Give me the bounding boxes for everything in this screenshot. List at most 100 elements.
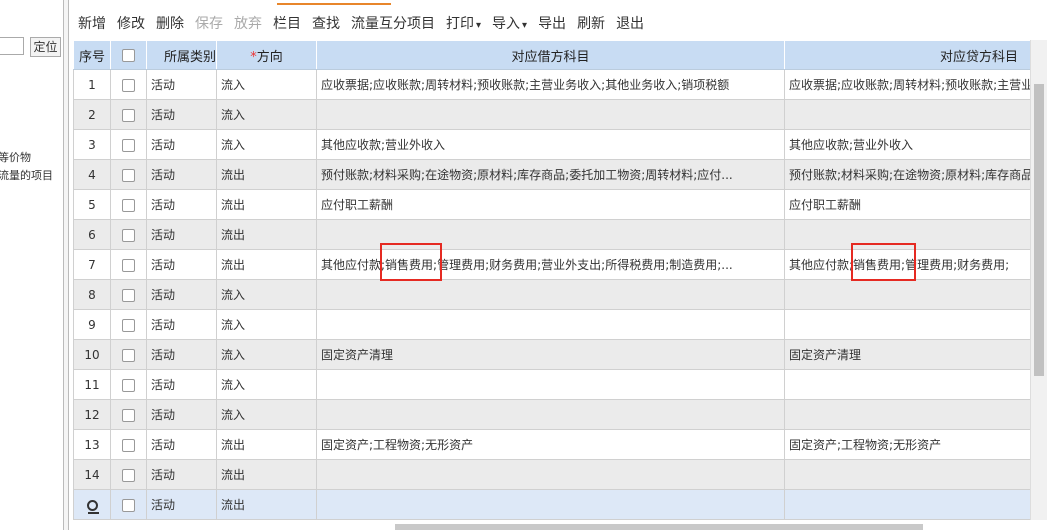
toolbar-button[interactable]: 新增 xyxy=(78,13,106,33)
category-cell[interactable]: 活动 xyxy=(146,69,217,100)
debit-account-cell[interactable] xyxy=(316,399,785,430)
row-checkbox[interactable] xyxy=(122,108,135,122)
row-checkbox[interactable] xyxy=(122,138,135,152)
direction-cell[interactable]: 流出 xyxy=(216,249,317,280)
table-row[interactable]: 2 活动 流入 xyxy=(73,99,1030,130)
debit-account-cell[interactable] xyxy=(316,369,785,400)
row-checkbox[interactable] xyxy=(122,408,135,422)
header-direction[interactable]: *方向 xyxy=(216,40,317,70)
credit-account-cell[interactable]: 应收票据;应收账款;周转材料;预收账款;主营业务收入 xyxy=(784,69,1030,100)
category-cell[interactable]: 活动 xyxy=(146,279,217,310)
direction-cell[interactable]: 流入 xyxy=(216,399,317,430)
left-tree-text[interactable]: 等价物 xyxy=(0,149,31,165)
category-cell[interactable]: 活动 xyxy=(146,159,217,190)
category-cell[interactable]: 活动 xyxy=(146,369,217,400)
left-tree-text[interactable]: 流量的项目 xyxy=(0,167,53,183)
row-checkbox[interactable] xyxy=(122,468,135,482)
direction-cell[interactable]: 流出 xyxy=(216,429,317,460)
category-cell[interactable]: 活动 xyxy=(146,129,217,160)
debit-account-cell[interactable] xyxy=(316,459,785,490)
row-checkbox[interactable] xyxy=(122,258,135,272)
table-row[interactable]: 4 活动 流出 预付账款;材料采购;在途物资;原材料;库存商品;委托加工物资;周转材料… xyxy=(73,159,1030,190)
toolbar-button[interactable]: 流量互分项目 xyxy=(351,13,435,33)
row-checkbox[interactable] xyxy=(122,348,135,362)
category-cell[interactable]: 活动 xyxy=(146,249,217,280)
direction-cell[interactable]: 流入 xyxy=(216,339,317,370)
category-cell[interactable]: 活动 xyxy=(146,189,217,220)
row-checkbox[interactable] xyxy=(122,228,135,242)
category-cell[interactable]: 活动 xyxy=(146,339,217,370)
credit-account-cell[interactable] xyxy=(784,369,1030,400)
debit-account-cell[interactable]: 固定资产清理 xyxy=(316,339,785,370)
table-row[interactable]: 1 活动 流入 应收票据;应收账款;周转材料;预收账款;主营业务收入;其他业务收入;销… xyxy=(73,69,1030,100)
direction-cell[interactable]: 流入 xyxy=(216,279,317,310)
credit-account-cell[interactable] xyxy=(784,489,1030,520)
table-row[interactable]: 3 活动 流入 其他应收款;营业外收入 其他应收款;营业外收入 xyxy=(73,129,1030,160)
table-row[interactable]: 8 活动 流入 xyxy=(73,279,1030,310)
header-credit-account[interactable]: 对应贷方科目 xyxy=(784,40,1030,70)
toolbar-button[interactable]: 查找 xyxy=(312,13,340,33)
select-all-checkbox[interactable] xyxy=(122,48,135,62)
category-cell[interactable]: 活动 xyxy=(146,429,217,460)
toolbar-button[interactable]: 放弃 xyxy=(234,13,262,33)
row-checkbox[interactable] xyxy=(122,198,135,212)
category-cell[interactable]: 活动 xyxy=(146,309,217,340)
direction-cell[interactable]: 流入 xyxy=(216,309,317,340)
header-category[interactable]: 所属类别 xyxy=(146,40,217,70)
credit-account-cell[interactable] xyxy=(784,279,1030,310)
credit-account-cell[interactable]: 应付职工薪酬 xyxy=(784,189,1030,220)
row-checkbox[interactable] xyxy=(122,498,135,512)
locate-input[interactable] xyxy=(0,37,24,55)
row-checkbox[interactable] xyxy=(122,318,135,332)
credit-account-cell[interactable] xyxy=(784,309,1030,340)
toolbar-button[interactable]: 导入 ▾ xyxy=(492,13,527,33)
credit-account-cell[interactable] xyxy=(784,399,1030,430)
toolbar-button[interactable]: 导出 xyxy=(538,13,566,33)
direction-cell[interactable]: 流出 xyxy=(216,219,317,250)
header-debit-account[interactable]: 对应借方科目 xyxy=(316,40,785,70)
gear-icon[interactable] xyxy=(86,499,99,514)
direction-cell[interactable]: 流出 xyxy=(216,489,317,520)
credit-account-cell[interactable]: 其他应付款;销售费用;管理费用;财务费用; xyxy=(784,249,1030,280)
credit-account-cell[interactable]: 其他应收款;营业外收入 xyxy=(784,129,1030,160)
toolbar-button[interactable]: 打印 ▾ xyxy=(446,13,481,33)
vertical-scroll-thumb[interactable] xyxy=(1034,84,1044,376)
toolbar-button[interactable]: 刷新 xyxy=(577,13,605,33)
debit-account-cell[interactable]: 应付职工薪酬 xyxy=(316,189,785,220)
direction-cell[interactable]: 流出 xyxy=(216,189,317,220)
toolbar-button[interactable]: 修改 xyxy=(117,13,145,33)
debit-account-cell[interactable] xyxy=(316,489,785,520)
table-row[interactable]: 5 活动 流出 应付职工薪酬 应付职工薪酬 xyxy=(73,189,1030,220)
direction-cell[interactable]: 流出 xyxy=(216,459,317,490)
row-checkbox[interactable] xyxy=(122,288,135,302)
debit-account-cell[interactable] xyxy=(316,279,785,310)
debit-account-cell[interactable]: 预付账款;材料采购;在途物资;原材料;库存商品;委托加工物资;周转材料;应付..… xyxy=(316,159,785,190)
table-row[interactable]: 14 活动 流出 xyxy=(73,459,1030,490)
row-checkbox[interactable] xyxy=(122,78,135,92)
category-cell[interactable]: 活动 xyxy=(146,489,217,520)
debit-account-cell[interactable]: 其他应付款;销售费用;管理费用;财务费用;营业外支出;所得税费用;制造费用;..… xyxy=(316,249,785,280)
toolbar-button[interactable]: 退出 xyxy=(616,13,644,33)
header-no[interactable]: 序号 xyxy=(73,40,111,70)
toolbar-button[interactable]: 删除 xyxy=(156,13,184,33)
debit-account-cell[interactable] xyxy=(316,309,785,340)
category-cell[interactable]: 活动 xyxy=(146,219,217,250)
category-cell[interactable]: 活动 xyxy=(146,399,217,430)
credit-account-cell[interactable]: 固定资产;工程物资;无形资产 xyxy=(784,429,1030,460)
credit-account-cell[interactable]: 预付账款;材料采购;在途物资;原材料;库存商品 xyxy=(784,159,1030,190)
vertical-scrollbar[interactable] xyxy=(1030,40,1047,520)
credit-account-cell[interactable] xyxy=(784,99,1030,130)
direction-cell[interactable]: 流出 xyxy=(216,159,317,190)
category-cell[interactable]: 活动 xyxy=(146,459,217,490)
table-row[interactable]: 7 活动 流出 其他应付款;销售费用;管理费用;财务费用;营业外支出;所得税费用;制造… xyxy=(73,249,1030,280)
toolbar-button[interactable]: 保存 xyxy=(195,13,223,33)
direction-cell[interactable]: 流入 xyxy=(216,99,317,130)
table-row[interactable]: 13 活动 流出 固定资产;工程物资;无形资产 固定资产;工程物资;无形资产 xyxy=(73,429,1030,460)
table-row[interactable]: 12 活动 流入 xyxy=(73,399,1030,430)
category-cell[interactable]: 活动 xyxy=(146,99,217,130)
table-row[interactable]: 活动 流出 xyxy=(73,489,1030,520)
locate-button[interactable]: 定位 xyxy=(30,37,61,57)
debit-account-cell[interactable]: 应收票据;应收账款;周转材料;预收账款;主营业务收入;其他业务收入;销项税额 xyxy=(316,69,785,100)
credit-account-cell[interactable]: 固定资产清理 xyxy=(784,339,1030,370)
horizontal-scroll-thumb[interactable] xyxy=(395,524,923,530)
